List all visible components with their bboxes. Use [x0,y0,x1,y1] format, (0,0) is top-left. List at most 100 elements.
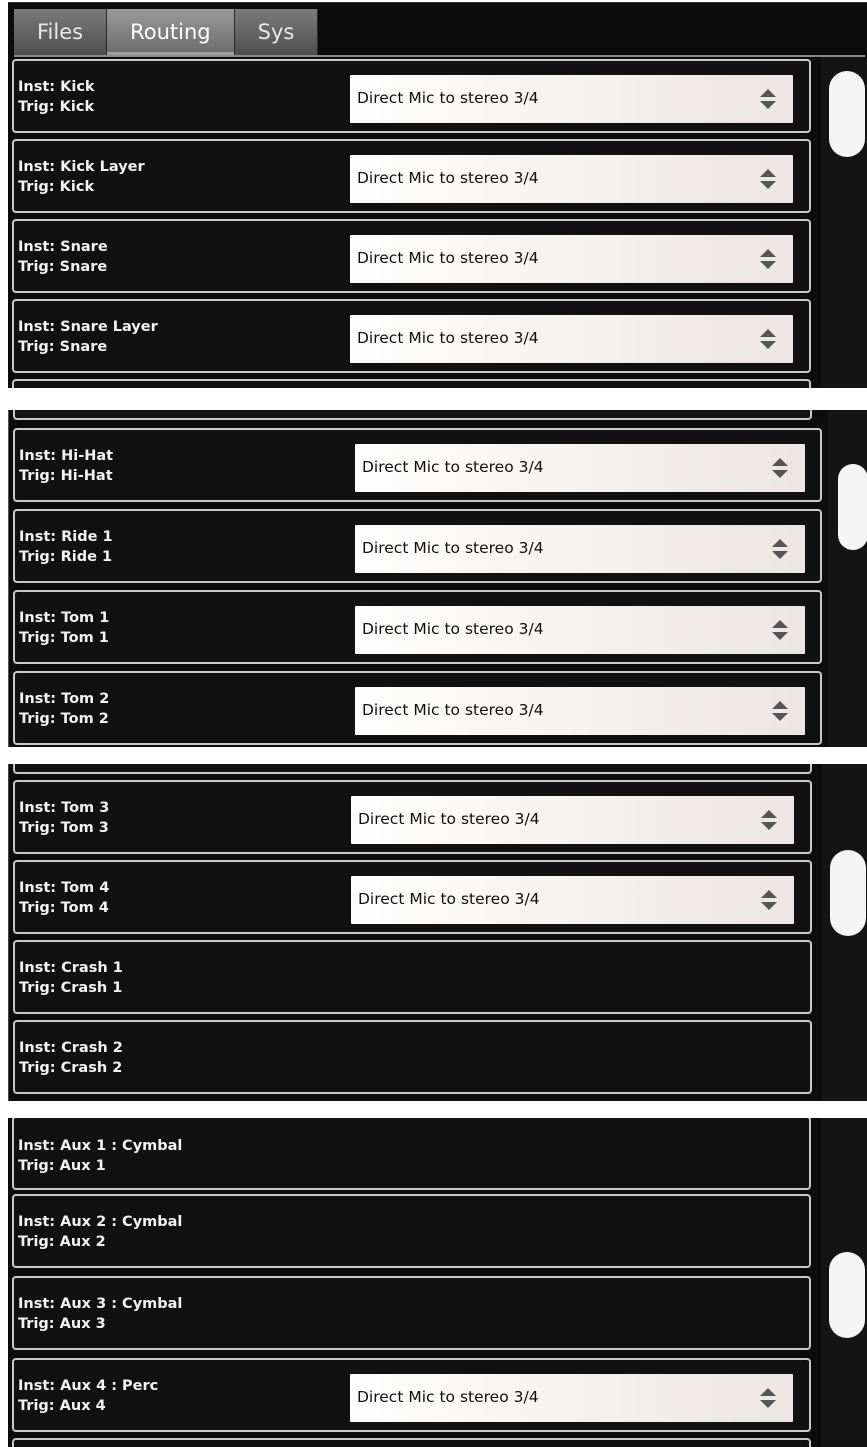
routing-screen-2: Inst: Hi-Hat Trig: Hi-Hat Direct Mic to … [8,410,867,747]
routing-row[interactable]: Inst: Crash 1 Trig: Crash 1 [13,940,812,1014]
routing-dropdown-value: Direct Mic to stereo 3/4 [357,89,539,107]
trigger-label: Trig: Snare [18,259,108,275]
routing-row[interactable]: Inst: Tom 1 Trig: Tom 1 Direct Mic to st… [13,590,822,664]
routing-row[interactable]: Inst: Aux 2 : Cymbal Trig: Aux 2 [12,1194,811,1268]
trigger-label: Trig: Tom 1 [19,630,109,646]
routing-row-partial [13,764,812,774]
up-down-spinner-icon [772,701,788,721]
instrument-label: Inst: Snare [18,239,108,255]
instrument-label: Inst: Tom 1 [19,610,110,626]
routing-row[interactable]: Inst: Crash 2 Trig: Crash 2 [13,1020,812,1094]
trigger-label: Trig: Tom 4 [19,900,109,916]
routing-row[interactable]: Inst: Aux 4 : Perc Trig: Aux 4 Direct Mi… [12,1358,811,1432]
instrument-label: Inst: Aux 2 : Cymbal [18,1214,183,1230]
row-labels: Inst: Snare Layer Trig: Snare [18,317,158,357]
routing-dropdown[interactable]: Direct Mic to stereo 3/4 [355,444,805,492]
trigger-label: Trig: Aux 2 [18,1234,106,1250]
row-labels: Inst: Crash 1 Trig: Crash 1 [19,958,123,998]
routing-dropdown[interactable]: Direct Mic to stereo 3/4 [355,606,805,654]
trigger-label: Trig: Crash 2 [19,1060,123,1076]
row-labels: Inst: Aux 2 : Cymbal Trig: Aux 2 [18,1212,182,1252]
up-down-spinner-icon [772,458,788,478]
routing-row[interactable]: Inst: Kick Layer Trig: Kick Direct Mic t… [12,139,811,213]
routing-dropdown[interactable]: Direct Mic to stereo 3/4 [350,75,793,123]
routing-row[interactable]: Inst: Snare Trig: Snare Direct Mic to st… [12,219,811,293]
routing-row[interactable]: Inst: Tom 3 Trig: Tom 3 Direct Mic to st… [13,780,812,854]
up-down-spinner-icon [772,539,788,559]
routing-dropdown[interactable]: Direct Mic to stereo 3/4 [350,1374,793,1422]
trigger-label: Trig: Crash 1 [19,980,123,996]
up-down-spinner-icon [761,810,777,830]
up-down-spinner-icon [760,249,776,269]
routing-dropdown-value: Direct Mic to stereo 3/4 [362,620,544,638]
routing-row[interactable]: Inst: Tom 4 Trig: Tom 4 Direct Mic to st… [13,860,812,934]
routing-dropdown[interactable]: Direct Mic to stereo 3/4 [350,155,793,203]
routing-dropdown-value: Direct Mic to stereo 3/4 [358,890,540,908]
routing-dropdown-value: Direct Mic to stereo 3/4 [362,458,544,476]
tab-bar: Files Routing Sys [14,9,319,55]
tab-files[interactable]: Files [14,9,108,55]
up-down-spinner-icon [760,89,776,109]
routing-screen-1: Files Routing Sys Inst: Kick Trig: Kick … [8,2,867,388]
tab-routing[interactable]: Routing [107,9,235,55]
routing-dropdown-value: Direct Mic to stereo 3/4 [357,169,539,187]
row-labels: Inst: Tom 4 Trig: Tom 4 [19,878,109,918]
row-labels: Inst: Aux 1 : Cymbal Trig: Aux 1 [18,1136,182,1176]
routing-screen-3: Inst: Tom 3 Trig: Tom 3 Direct Mic to st… [8,764,867,1101]
routing-dropdown-value: Direct Mic to stereo 3/4 [357,249,539,267]
routing-row-partial [12,379,811,388]
trigger-label: Trig: Kick [18,179,95,195]
instrument-label: Inst: Hi-Hat [19,448,114,464]
row-labels: Inst: Kick Trig: Kick [18,77,95,117]
routing-row-partial [12,1438,811,1447]
trigger-label: Trig: Aux 4 [18,1398,106,1414]
routing-row[interactable]: Inst: Aux 1 : Cymbal Trig: Aux 1 [12,1118,811,1190]
routing-dropdown-value: Direct Mic to stereo 3/4 [358,810,540,828]
row-labels: Inst: Snare Trig: Snare [18,237,108,277]
row-labels: Inst: Aux 4 : Perc Trig: Aux 4 [18,1376,158,1416]
scrollbar-thumb[interactable] [838,464,867,550]
trigger-label: Trig: Aux 3 [18,1316,106,1332]
routing-dropdown[interactable]: Direct Mic to stereo 3/4 [355,687,805,735]
routing-row[interactable]: Inst: Tom 2 Trig: Tom 2 Direct Mic to st… [13,671,822,745]
row-labels: Inst: Tom 1 Trig: Tom 1 [19,608,109,648]
row-labels: Inst: Ride 1 Trig: Ride 1 [19,527,113,567]
scrollbar-track[interactable] [828,410,867,747]
routing-dropdown[interactable]: Direct Mic to stereo 3/4 [351,796,794,844]
routing-row[interactable]: Inst: Aux 3 : Cymbal Trig: Aux 3 [12,1276,811,1350]
scrollbar-thumb[interactable] [830,850,866,936]
scrollbar-thumb[interactable] [829,71,865,157]
scrollbar-track[interactable] [821,1118,867,1447]
instrument-label: Inst: Tom 3 [19,800,110,816]
routing-dropdown-value: Direct Mic to stereo 3/4 [362,539,544,557]
routing-dropdown[interactable]: Direct Mic to stereo 3/4 [350,315,793,363]
trigger-label: Trig: Ride 1 [19,549,113,565]
instrument-label: Inst: Tom 2 [19,691,110,707]
routing-row[interactable]: Inst: Snare Layer Trig: Snare Direct Mic… [12,299,811,373]
instrument-label: Inst: Kick Layer [18,159,145,175]
routing-dropdown[interactable]: Direct Mic to stereo 3/4 [355,525,805,573]
routing-row[interactable]: Inst: Ride 1 Trig: Ride 1 Direct Mic to … [13,509,822,583]
scrollbar-thumb[interactable] [829,1252,865,1338]
instrument-label: Inst: Aux 4 : Perc [18,1378,159,1394]
row-labels: Inst: Hi-Hat Trig: Hi-Hat [19,446,113,486]
routing-row[interactable]: Inst: Kick Trig: Kick Direct Mic to ster… [12,59,811,133]
tab-divider [14,55,865,57]
routing-dropdown[interactable]: Direct Mic to stereo 3/4 [351,876,794,924]
routing-row[interactable]: Inst: Hi-Hat Trig: Hi-Hat Direct Mic to … [13,428,822,502]
instrument-label: Inst: Snare Layer [18,319,158,335]
up-down-spinner-icon [772,620,788,640]
scrollbar-track[interactable] [821,57,867,388]
row-labels: Inst: Aux 3 : Cymbal Trig: Aux 3 [18,1294,182,1334]
trigger-label: Trig: Snare [18,339,108,355]
routing-row-partial [13,410,812,420]
tab-sys[interactable]: Sys [234,9,319,55]
routing-dropdown[interactable]: Direct Mic to stereo 3/4 [350,235,793,283]
row-labels: Inst: Tom 2 Trig: Tom 2 [19,689,109,729]
up-down-spinner-icon [760,169,776,189]
trigger-label: Trig: Kick [18,99,95,115]
scrollbar-track[interactable] [822,764,867,1101]
trigger-label: Trig: Tom 2 [19,711,109,727]
row-labels: Inst: Kick Layer Trig: Kick [18,157,145,197]
instrument-label: Inst: Tom 4 [19,880,110,896]
